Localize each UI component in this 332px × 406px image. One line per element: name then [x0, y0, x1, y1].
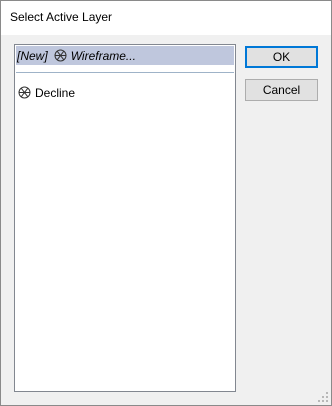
- cancel-button[interactable]: Cancel: [245, 79, 318, 101]
- dialog-title: Select Active Layer: [10, 10, 113, 24]
- list-item-new-wireframe[interactable]: [New] Wireframe...: [16, 46, 234, 65]
- list-separator: [16, 72, 234, 73]
- list-item-label: Decline: [35, 85, 76, 100]
- wireframe-icon: [54, 49, 67, 62]
- list-item-label: Wireframe...: [70, 48, 136, 63]
- layer-list[interactable]: [New] Wireframe... Decline: [14, 44, 236, 392]
- new-prefix-label: [New]: [17, 48, 48, 63]
- select-active-layer-dialog: Select Active Layer [New] Wireframe... D…: [0, 0, 332, 406]
- list-item-decline[interactable]: Decline: [16, 83, 234, 102]
- ok-button[interactable]: OK: [245, 46, 318, 68]
- wireframe-icon: [18, 86, 31, 99]
- title-bar[interactable]: Select Active Layer: [1, 1, 331, 35]
- resize-grip-icon[interactable]: [318, 392, 328, 402]
